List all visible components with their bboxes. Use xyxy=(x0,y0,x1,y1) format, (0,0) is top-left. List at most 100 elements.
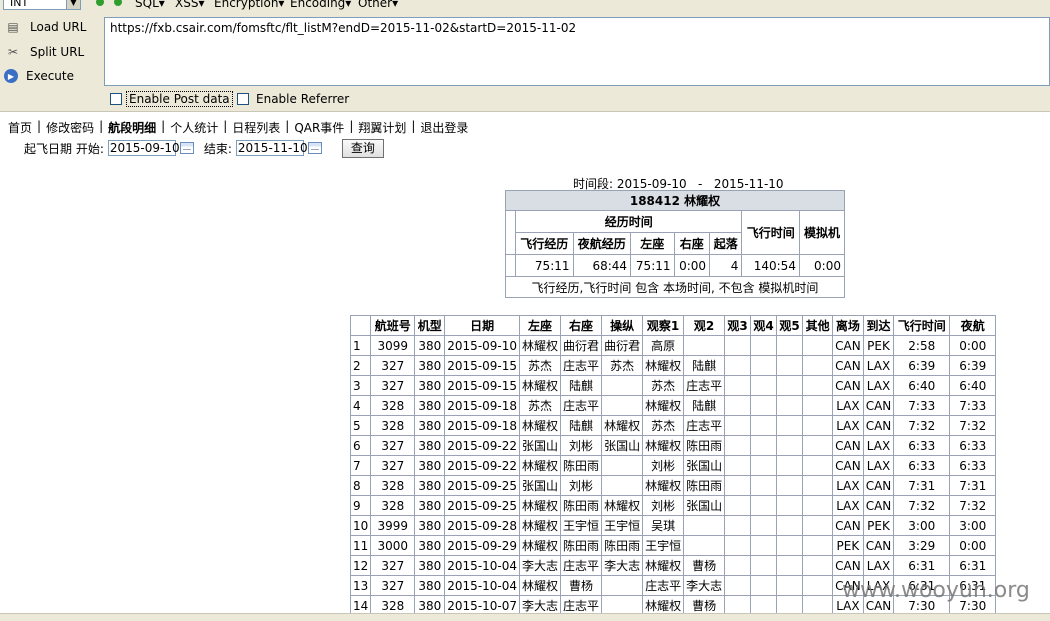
menu-encryption[interactable]: Encryption▾ xyxy=(214,0,284,10)
table-cell: 2015-10-04 xyxy=(444,575,521,596)
table-cell: 林耀权 xyxy=(601,495,644,516)
load-url-button[interactable]: ▤ Load URL xyxy=(4,17,86,37)
table-cell: 庄志平 xyxy=(642,575,685,596)
table-row: 1 3099 380 2015-09-10 林耀权 曲衍君 曲衍君 高原 CAN PEK 2:58 0… xyxy=(349,335,997,356)
nav-wing-plan[interactable]: 翔翼计划 xyxy=(358,119,406,136)
summary-value: 75:11 xyxy=(515,254,574,277)
table-cell: 7:33 xyxy=(949,395,997,416)
table-cell xyxy=(802,355,834,376)
table-cell xyxy=(750,515,778,536)
plus-icon[interactable] xyxy=(114,0,122,6)
table-cell: 王宇恒 xyxy=(642,535,685,556)
table-cell: 苏杰 xyxy=(642,375,685,396)
table-cell xyxy=(776,375,804,396)
menu-encoding[interactable]: Encoding▾ xyxy=(290,0,351,10)
status-bar xyxy=(0,613,1050,621)
query-button[interactable]: 查询 xyxy=(341,138,384,158)
table-cell xyxy=(776,515,804,536)
table-row: 11 3000 380 2015-09-29 林耀权 陈田雨 陈田雨 王宇恒 PEK CAN 3:2… xyxy=(349,535,997,556)
table-cell: 380 xyxy=(414,575,446,596)
table-cell: 7:33 xyxy=(893,395,951,416)
table-cell xyxy=(776,335,804,356)
column-header: 离场 xyxy=(832,315,864,336)
end-date-input[interactable]: 2015-11-10 xyxy=(235,140,308,156)
nav-home[interactable]: 首页 xyxy=(8,119,32,136)
table-cell: CAN xyxy=(862,415,895,436)
enable-referrer-checkbox[interactable] xyxy=(237,93,249,105)
table-cell: 曲衍君 xyxy=(560,335,603,356)
menu-sql[interactable]: SQL▾ xyxy=(135,0,165,10)
table-cell: 苏杰 xyxy=(519,395,562,416)
summary-value: 0:00 xyxy=(673,254,711,277)
column-header: 观5 xyxy=(776,315,804,336)
table-cell: 林耀权 xyxy=(642,555,685,576)
table-cell: 李大志 xyxy=(683,575,726,596)
table-cell: 2015-09-15 xyxy=(444,355,521,376)
type-select-value: INT xyxy=(10,0,29,9)
table-cell: CAN xyxy=(832,375,864,396)
table-cell xyxy=(724,415,752,436)
table-cell: CAN xyxy=(862,475,895,496)
nav-flight-detail[interactable]: 航段明细 xyxy=(108,119,156,136)
split-url-button[interactable]: ✂ Split URL xyxy=(4,42,84,62)
nav-logout[interactable]: 退出登录 xyxy=(420,119,468,136)
table-cell: LAX xyxy=(862,355,895,376)
table-cell: 0:00 xyxy=(949,535,997,556)
table-cell xyxy=(683,335,726,356)
table-cell: 3999 xyxy=(370,515,416,536)
table-row: 2 327 380 2015-09-15 苏杰 庄志平 苏杰 林耀权 陆麒 CAN LAX 6:39 6… xyxy=(349,355,997,376)
table-cell: 327 xyxy=(370,375,416,396)
table-cell: 6:31 xyxy=(949,555,997,576)
table-cell xyxy=(601,575,644,596)
date-search-form: 起飞日期 开始: 2015-09-10 结束: 2015-11-10 查询 xyxy=(24,138,384,158)
table-cell xyxy=(724,335,752,356)
table-cell: 3000 xyxy=(370,535,416,556)
table-cell: LAX xyxy=(862,555,895,576)
table-cell: 林耀权 xyxy=(642,355,685,376)
table-cell: 刘彬 xyxy=(560,435,603,456)
table-cell xyxy=(776,435,804,456)
table-cell xyxy=(750,455,778,476)
table-cell: 7 xyxy=(349,455,372,476)
nav-qar-events[interactable]: QAR事件 xyxy=(294,119,344,136)
enable-post-checkbox[interactable] xyxy=(110,93,122,105)
column-header: 到达 xyxy=(862,315,895,336)
menu-other[interactable]: Other▾ xyxy=(358,0,398,10)
table-cell: 吴琪 xyxy=(642,515,685,536)
table-cell xyxy=(724,495,752,516)
url-textarea[interactable]: https://fxb.csair.com/fomsftc/flt_listM?… xyxy=(104,17,1050,86)
table-cell: 庄志平 xyxy=(560,555,603,576)
enable-referrer-checkbox-row[interactable]: Enable Referrer xyxy=(237,92,349,106)
table-cell: 9 xyxy=(349,495,372,516)
table-cell: CAN xyxy=(862,395,895,416)
table-cell: 2015-09-25 xyxy=(444,495,521,516)
column-header: 其他 xyxy=(802,315,834,336)
simulator-value: 0:00 xyxy=(798,254,846,277)
table-cell xyxy=(724,395,752,416)
nav-change-password[interactable]: 修改密码 xyxy=(46,119,94,136)
table-cell xyxy=(683,515,726,536)
type-select[interactable]: INT ▼ xyxy=(3,0,81,10)
execute-button[interactable]: ▶ Execute xyxy=(4,66,74,86)
table-cell: 林耀权 xyxy=(519,515,562,536)
simulator-header: 模拟机 xyxy=(798,210,846,255)
table-row: 9 328 380 2015-09-25 林耀权 陈田雨 林耀权 刘彬 张国山 LAX CAN 7:3… xyxy=(349,495,997,516)
split-url-label: Split URL xyxy=(30,45,85,59)
start-date-input[interactable]: 2015-09-10 xyxy=(107,140,180,156)
menu-xss[interactable]: XSS▾ xyxy=(175,0,204,10)
calendar-icon[interactable] xyxy=(179,142,194,154)
enable-post-checkbox-row[interactable]: Enable Post data xyxy=(110,91,233,107)
minus-icon[interactable] xyxy=(96,0,104,6)
calendar-icon[interactable] xyxy=(307,142,322,154)
table-cell: 5 xyxy=(349,415,372,436)
table-cell: 380 xyxy=(414,495,446,516)
table-cell: 380 xyxy=(414,535,446,556)
summary-header: 起落 xyxy=(709,232,743,255)
nav-schedule[interactable]: 日程列表 xyxy=(232,119,280,136)
table-cell xyxy=(750,355,778,376)
table-cell: 陈田雨 xyxy=(601,535,644,556)
table-cell: 7:32 xyxy=(893,415,951,436)
nav-personal-stats[interactable]: 个人统计 xyxy=(170,119,218,136)
column-header: 观4 xyxy=(750,315,778,336)
table-cell: 380 xyxy=(414,435,446,456)
